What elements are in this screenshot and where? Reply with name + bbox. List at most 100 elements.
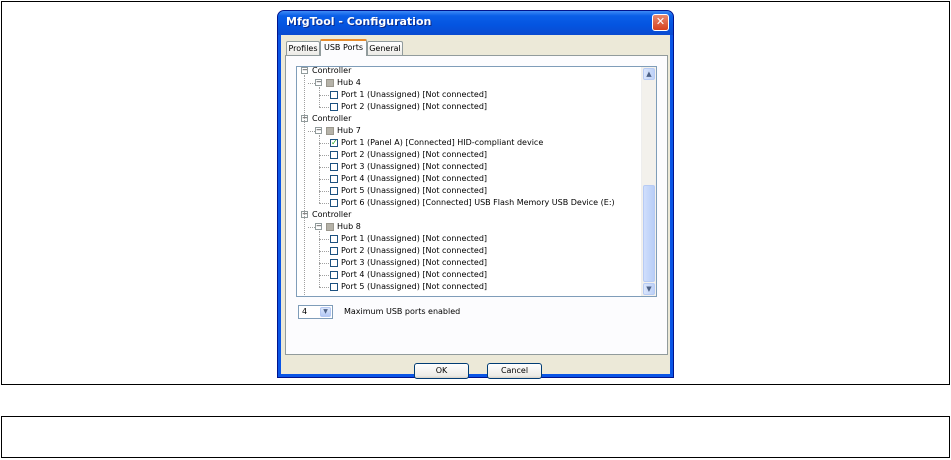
tree-connector [319, 135, 320, 203]
port-label: Port 3 (Unassigned) [Not connected] [341, 258, 488, 267]
hub-label: Hub 8 [337, 222, 361, 231]
port-checkbox[interactable] [330, 283, 338, 291]
tree-controller[interactable]: − Controller [297, 113, 637, 125]
port-item[interactable]: Port 2 (Unassigned) [Not connected] [297, 149, 637, 161]
tree-connector [308, 227, 315, 228]
port-checkbox[interactable] [330, 247, 338, 255]
chevron-down-icon: ▼ [646, 285, 652, 293]
port-checkbox[interactable] [330, 199, 338, 207]
tree-hub[interactable]: − Hub 4 [297, 77, 637, 89]
screenshot-frame-bottom [1, 416, 950, 458]
minus-expander-icon[interactable]: − [315, 127, 322, 134]
port-item[interactable]: Port 3 (Unassigned) [Not connected] [297, 257, 637, 269]
port-checkbox[interactable] [330, 259, 338, 267]
port-label: Port 1 (Unassigned) [Not connected] [341, 90, 488, 99]
tree-controller[interactable]: − Controller [297, 209, 637, 221]
port-label: Port 6 (Unassigned) [Connected] USB Flas… [341, 198, 615, 207]
cancel-button[interactable]: Cancel [487, 363, 542, 379]
controller-label: Controller [312, 66, 352, 75]
hub-icon [326, 79, 334, 87]
window-title: MfgTool - Configuration [286, 15, 432, 28]
scroll-down-button[interactable]: ▼ [643, 283, 655, 295]
tree-connector [319, 275, 329, 276]
dialog-client-area: Profiles USB Ports General − Controller − H… [281, 35, 670, 379]
max-ports-value: 4 [302, 307, 308, 316]
tree-connector [308, 131, 315, 132]
tree-connector [308, 83, 315, 84]
tab-profiles[interactable]: Profiles [286, 41, 320, 55]
tree-connector [319, 231, 320, 287]
chevron-down-icon: ▼ [323, 308, 328, 315]
minus-expander-icon[interactable]: − [301, 67, 308, 74]
close-icon: ✕ [655, 15, 666, 28]
usb-tree-view[interactable]: − Controller − Hub 4 Port 1 (Unassigned) [No… [296, 66, 657, 297]
minus-expander-icon[interactable]: − [315, 79, 322, 86]
ok-button[interactable]: OK [414, 363, 469, 379]
port-checkbox[interactable]: ✓ [330, 139, 338, 147]
tree-connector [319, 167, 329, 168]
port-item[interactable]: Port 6 (Unassigned) [Connected] USB Flas… [297, 197, 637, 209]
port-item[interactable]: Port 3 (Unassigned) [Not connected] [297, 161, 637, 173]
port-item[interactable]: Port 2 (Unassigned) [Not connected] [297, 101, 637, 113]
tree-connector [319, 191, 329, 192]
close-button[interactable]: ✕ [652, 14, 669, 31]
port-checkbox[interactable] [330, 151, 338, 159]
controller-label: Controller [312, 210, 352, 219]
tree-scrollbar[interactable]: ▲ ▼ [641, 67, 656, 296]
port-checkbox[interactable] [330, 271, 338, 279]
port-label: Port 2 (Unassigned) [Not connected] [341, 246, 488, 255]
port-checkbox[interactable] [330, 91, 338, 99]
port-item[interactable]: Port 4 (Unassigned) [Not connected] [297, 173, 637, 185]
tree-connector [319, 95, 329, 96]
controller-label: Controller [312, 114, 352, 123]
tree-connector [319, 107, 329, 108]
tab-general[interactable]: General [367, 41, 403, 55]
port-label: Port 1 (Panel A) [Connected] HID-complia… [341, 138, 544, 147]
configuration-dialog: MfgTool - Configuration ✕ Profiles USB P… [277, 10, 674, 379]
max-ports-label: Maximum USB ports enabled [344, 307, 461, 316]
chevron-up-icon: ▲ [646, 70, 652, 78]
usb-ports-panel: − Controller − Hub 4 Port 1 (Unassigned) [No… [285, 55, 668, 355]
scroll-thumb[interactable] [643, 185, 655, 282]
port-item[interactable]: Port 2 (Unassigned) [Not connected] [297, 245, 637, 257]
tree-controller[interactable]: − Controller [297, 66, 637, 77]
port-label: Port 2 (Unassigned) [Not connected] [341, 150, 488, 159]
port-checkbox[interactable] [330, 163, 338, 171]
tree-connector [319, 251, 329, 252]
checkmark-icon: ✓ [331, 138, 338, 147]
port-checkbox[interactable] [330, 103, 338, 111]
port-label: Port 1 (Unassigned) [Not connected] [341, 234, 488, 243]
port-label: Port 3 (Unassigned) [Not connected] [341, 162, 488, 171]
port-item[interactable]: Port 1 (Unassigned) [Not connected] [297, 233, 637, 245]
dropdown-button[interactable]: ▼ [320, 307, 331, 317]
minus-expander-icon[interactable]: − [315, 223, 322, 230]
tree-connector [319, 155, 329, 156]
tree-hub[interactable]: − Hub 8 [297, 221, 637, 233]
tree-connector [319, 179, 329, 180]
port-label: Port 5 (Unassigned) [Not connected] [341, 186, 488, 195]
tree-connector [319, 143, 329, 144]
hub-label: Hub 7 [337, 126, 361, 135]
port-checkbox[interactable] [330, 235, 338, 243]
tree-connector [319, 239, 329, 240]
port-checkbox[interactable] [330, 175, 338, 183]
tree-connector [319, 287, 329, 288]
tab-usb-ports[interactable]: USB Ports [320, 39, 367, 56]
max-ports-dropdown[interactable]: 4 ▼ [298, 305, 333, 319]
hub-icon [326, 127, 334, 135]
port-item[interactable]: Port 5 (Unassigned) [Not connected] [297, 281, 637, 293]
title-bar[interactable]: MfgTool - Configuration ✕ [278, 11, 673, 35]
port-item[interactable]: ✓ Port 1 (Panel A) [Connected] HID-compli… [297, 137, 637, 149]
tree-connector [319, 203, 329, 204]
port-checkbox[interactable] [330, 187, 338, 195]
port-item[interactable]: Port 1 (Unassigned) [Not connected] [297, 89, 637, 101]
hub-icon [326, 223, 334, 231]
port-label: Port 4 (Unassigned) [Not connected] [341, 174, 488, 183]
tree-connector [319, 87, 320, 107]
port-label: Port 5 (Unassigned) [Not connected] [341, 282, 488, 291]
scroll-up-button[interactable]: ▲ [643, 68, 655, 80]
tree-connector [304, 75, 305, 295]
tree-hub[interactable]: − Hub 7 [297, 125, 637, 137]
port-item[interactable]: Port 4 (Unassigned) [Not connected] [297, 269, 637, 281]
port-item[interactable]: Port 5 (Unassigned) [Not connected] [297, 185, 637, 197]
